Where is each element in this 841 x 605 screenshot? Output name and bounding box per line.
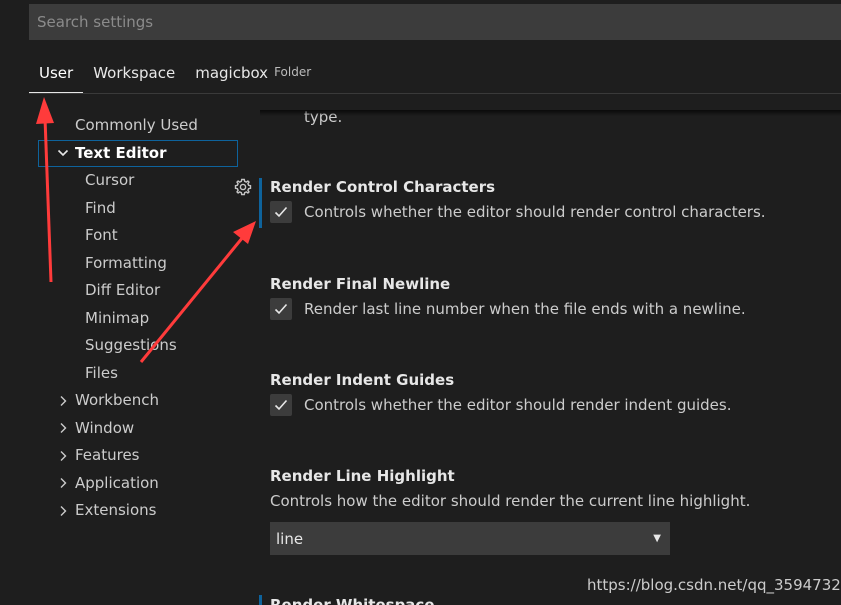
toc-item-diff-editor[interactable]: Diff Editor xyxy=(38,277,238,305)
search-input[interactable] xyxy=(29,4,841,40)
toc-item-formatting[interactable]: Formatting xyxy=(38,250,238,278)
render-line-highlight-select[interactable]: line ▼ xyxy=(270,522,670,555)
watermark-text: https://blog.csdn.net/qq_35947329 xyxy=(587,576,841,594)
toc-item-label: Window xyxy=(75,418,135,437)
chevron-right-icon xyxy=(56,470,70,497)
dropdown-arrow-icon: ▼ xyxy=(653,533,661,544)
setting-render-line-highlight: Render Line Highlight Controls how the e… xyxy=(270,464,790,513)
scroll-shadow xyxy=(260,110,841,116)
setting-description-row: Controls how the editor should render th… xyxy=(270,489,790,513)
setting-value-row: Controls whether the editor should rende… xyxy=(270,393,790,417)
settings-scope-tabs: User Workspace magicbox Folder xyxy=(29,56,321,94)
setting-description: Controls how the editor should render th… xyxy=(270,492,751,510)
tab-folder-magicbox[interactable]: magicbox Folder xyxy=(185,56,321,94)
toc-item-features[interactable]: Features xyxy=(38,442,238,470)
check-icon xyxy=(274,206,288,218)
chevron-right-icon xyxy=(56,442,70,469)
select-value: line xyxy=(276,529,304,548)
settings-editor: User Workspace magicbox Folder Commonly U… xyxy=(0,0,841,605)
setting-render-final-newline: Render Final Newline Render last line nu… xyxy=(270,272,790,321)
setting-render-indent-guides: Render Indent Guides Controls whether th… xyxy=(270,368,790,417)
toc-item-text-editor[interactable]: Text Editor xyxy=(38,139,238,167)
setting-title: Render Final Newline xyxy=(270,275,451,293)
gear-icon[interactable] xyxy=(234,178,252,196)
setting-title: Render Control Characters xyxy=(270,178,496,196)
setting-description: Render last line number when the file en… xyxy=(304,300,746,318)
checkbox[interactable] xyxy=(270,201,292,223)
toc-item-label: Workbench xyxy=(75,391,159,409)
setting-value-row: Controls whether the editor should rende… xyxy=(270,200,790,224)
setting-title: Render Whitespace xyxy=(270,596,435,605)
chevron-right-icon xyxy=(56,387,70,414)
setting-description: Controls whether the editor should rende… xyxy=(304,396,732,414)
chevron-right-icon xyxy=(56,497,70,524)
toc-item-window[interactable]: Window xyxy=(38,415,238,443)
toc-item-minimap[interactable]: Minimap xyxy=(38,305,238,333)
toc-item-label: Features xyxy=(75,446,140,464)
setting-title: Render Line Highlight xyxy=(270,467,455,485)
toc-item-label: Text Editor xyxy=(75,143,167,162)
search-box xyxy=(29,4,841,40)
tab-workspace[interactable]: Workspace xyxy=(83,56,185,94)
toc-item-suggestions[interactable]: Suggestions xyxy=(38,332,238,360)
tab-user[interactable]: User xyxy=(29,56,84,94)
setting-render-control-characters: Render Control Characters Controls wheth… xyxy=(270,175,790,224)
toc-item-font[interactable]: Font xyxy=(38,222,238,250)
toc-item-workbench[interactable]: Workbench xyxy=(38,387,238,415)
tabs-divider xyxy=(29,93,841,94)
toc-item-cursor[interactable]: Cursor xyxy=(38,167,238,195)
toc-item-find[interactable]: Find xyxy=(38,195,238,223)
setting-indicator xyxy=(259,595,262,605)
check-icon xyxy=(274,399,288,411)
settings-toc: Commonly Used Text Editor Cursor Find Fo… xyxy=(38,112,238,525)
setting-title: Render Indent Guides xyxy=(270,371,455,389)
tab-folder-tag: Folder xyxy=(274,65,312,79)
toc-item-commonly-used[interactable]: Commonly Used xyxy=(38,112,238,140)
check-icon xyxy=(274,303,288,315)
chevron-down-icon xyxy=(56,140,70,167)
focused-setting-indicator xyxy=(259,178,262,228)
toc-item-files[interactable]: Files xyxy=(38,360,238,388)
toc-item-label: Application xyxy=(75,473,159,492)
checkbox[interactable] xyxy=(270,298,292,320)
chevron-right-icon xyxy=(56,415,70,442)
toc-item-label: Extensions xyxy=(75,501,157,519)
checkbox[interactable] xyxy=(270,394,292,416)
tab-folder-label: magicbox xyxy=(195,64,269,82)
toc-item-application[interactable]: Application xyxy=(38,470,238,498)
setting-value-row: Render last line number when the file en… xyxy=(270,297,790,321)
toc-item-extensions[interactable]: Extensions xyxy=(38,497,238,525)
setting-description: Controls whether the editor should rende… xyxy=(304,203,766,221)
setting-render-whitespace: Render Whitespace xyxy=(270,593,790,605)
